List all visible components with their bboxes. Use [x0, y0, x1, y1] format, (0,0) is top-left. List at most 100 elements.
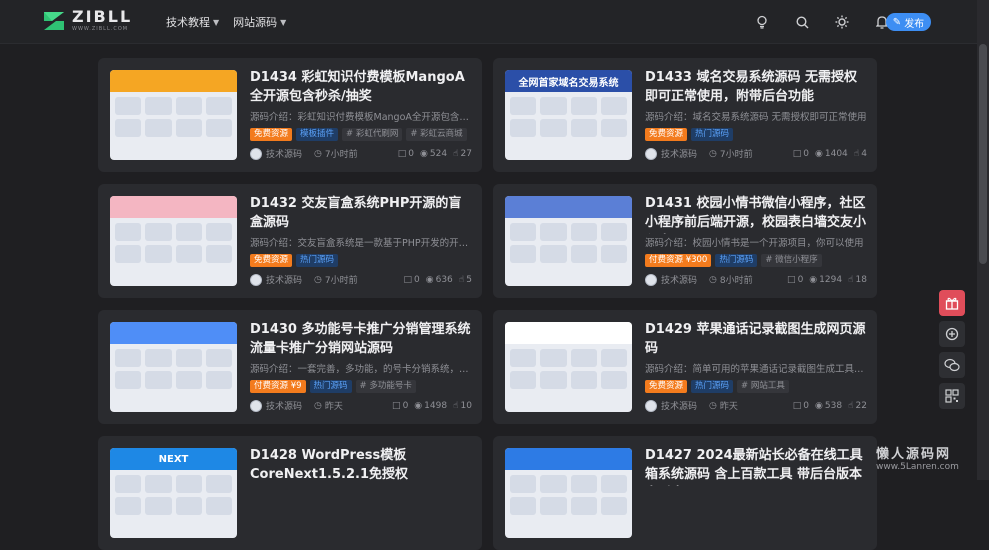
clock-icon: ◷ — [709, 400, 717, 411]
avatar[interactable] — [250, 273, 262, 286]
post-title[interactable]: D1431 校园小情书微信小程序，社区小程序前后端开源，校园表白墙交友小程序 — [645, 194, 867, 234]
post-card[interactable]: 101 0000 0000 D1429 苹果通话记录截图生成网页源码 源码介绍：简单… — [493, 310, 877, 424]
keyword-tag[interactable]: # 彩虹代刷网 — [342, 128, 403, 141]
post-title[interactable]: D1434 彩虹知识付费模板MangoA全开源包含秒杀/抽奖 — [250, 68, 472, 106]
add-circle-button[interactable] — [939, 321, 965, 347]
comment-icon: □ — [392, 400, 401, 411]
post-tags: 免费资源 热门源码 — [250, 254, 339, 267]
category-tag[interactable]: 热门源码 — [309, 380, 352, 393]
post-card[interactable]: D1430 多功能号卡推广分销管理系统 流量卡推广分销网站源码源码介绍：一套完善… — [98, 310, 482, 424]
post-author[interactable]: 技术源码 — [661, 399, 697, 412]
post-title[interactable]: D1433 域名交易系统源码 无需授权即可正常使用，附带后台功能 — [645, 68, 867, 106]
post-time: 8小时前 — [719, 276, 753, 286]
logo-subtext: WWW.ZIBLL.COM — [72, 26, 129, 32]
post-card[interactable]: D1434 彩虹知识付费模板MangoA全开源包含秒杀/抽奖 源码介绍：彩虹知识付… — [98, 58, 482, 172]
post-card[interactable]: 全网首家域名交易系统 D1433 域名交易系统源码 无需授权即可正常使用，附带后台… — [493, 58, 877, 172]
post-title[interactable]: D1432 交友盲盒系统PHP开源的盲盒源码 — [250, 194, 472, 232]
publish-label: 发布 — [904, 18, 925, 30]
comment-count: □ 0 — [793, 149, 809, 159]
category-tag[interactable]: 热门源码 — [715, 254, 758, 267]
price-badge[interactable]: 付费资源 ¥300 — [645, 254, 712, 267]
thumbs-up-icon: ☝ — [458, 274, 465, 285]
post-author[interactable]: 技术源码 — [266, 399, 302, 412]
logo-text: ZIBLL — [72, 7, 133, 26]
like-count: ☝ 10 — [453, 401, 472, 411]
scrollbar-thumb[interactable] — [979, 44, 987, 264]
avatar[interactable] — [645, 273, 657, 286]
post-thumbnail[interactable]: 全网首家域名交易系统 — [505, 70, 632, 160]
price-badge[interactable]: 付费资源 ¥9 — [250, 380, 306, 393]
view-count-value: 1404 — [824, 148, 848, 159]
post-thumbnail[interactable]: NEXT — [110, 448, 237, 538]
post-thumbnail[interactable] — [110, 196, 237, 286]
thumbnail-header — [110, 196, 237, 218]
post-title[interactable]: D1430 多功能号卡推广分销管理系统 流量卡推广分销网站源码 — [250, 320, 472, 358]
clock-icon: ◷ — [314, 148, 322, 159]
post-thumbnail[interactable] — [505, 196, 632, 286]
clock-icon: ◷ — [314, 400, 322, 411]
search-icon[interactable] — [794, 14, 810, 30]
post-thumbnail[interactable] — [110, 322, 237, 412]
post-meta: 技术源码 ◷ 昨天 □ 0 ◉ 538 ☝ 22 — [645, 399, 867, 412]
post-card[interactable]: NEXT D1428 WordPress模板CoreNext1.5.2.1免授权 — [98, 436, 482, 550]
price-badge[interactable]: 免费资源 — [250, 128, 293, 141]
post-title[interactable]: D1427 2024最新站长必备在线工具箱系统源码 含上百款工具 带后台版本 自… — [645, 446, 867, 486]
qrcode-button[interactable] — [939, 383, 965, 409]
thumbs-up-icon: ☝ — [848, 274, 854, 285]
keyword-tag[interactable]: # 彩虹云商城 — [406, 128, 467, 141]
view-count-value: 1294 — [819, 274, 843, 285]
category-tag[interactable]: 热门源码 — [296, 254, 339, 267]
nav-item-label: 网站源码 — [233, 16, 278, 29]
post-author[interactable]: 技术源码 — [266, 147, 302, 160]
price-badge[interactable]: 免费资源 — [645, 128, 688, 141]
theme-toggle-icon[interactable] — [834, 14, 850, 30]
post-card[interactable]: D1431 校园小情书微信小程序，社区小程序前后端开源，校园表白墙交友小程序源码… — [493, 184, 877, 298]
post-excerpt: 源码介绍：校园小情书是一个开源项目，你可以使用 — [645, 238, 864, 249]
post-time: 7小时前 — [719, 150, 753, 160]
post-thumbnail[interactable] — [505, 448, 632, 538]
post-title[interactable]: D1428 WordPress模板CoreNext1.5.2.1免授权 — [250, 446, 472, 484]
site-logo[interactable]: ZIBLL WWW.ZIBLL.COM — [42, 9, 132, 33]
price-badge[interactable]: 免费资源 — [250, 254, 293, 267]
post-author[interactable]: 技术源码 — [661, 147, 697, 160]
nav-item-source-code[interactable]: 网站源码 ▼ — [233, 14, 286, 30]
thumbnail-header — [110, 70, 237, 92]
post-time: 7小时前 — [324, 150, 358, 160]
gift-button[interactable] — [939, 290, 965, 316]
top-navigation-bar: ZIBLL WWW.ZIBLL.COM 技术教程 ▼ 网站源码 ▼ ✎ 发布 — [0, 0, 989, 44]
comment-count: □ 0 — [793, 401, 809, 411]
post-card[interactable]: D1432 交友盲盒系统PHP开源的盲盒源码 源码介绍：交友盲盒系统是一款基于PH… — [98, 184, 482, 298]
logo-mark-icon — [42, 9, 66, 33]
post-tags: 付费资源 ¥9 热门源码 # 多功能号卡 — [250, 380, 416, 393]
post-meta: 技术源码 ◷ 8小时前 □ 0 ◉ 1294 ☝ 18 — [645, 273, 867, 286]
lightbulb-icon[interactable] — [754, 14, 770, 30]
post-title[interactable]: D1429 苹果通话记录截图生成网页源码 — [645, 320, 867, 358]
post-thumbnail[interactable] — [110, 70, 237, 160]
wechat-button[interactable] — [939, 352, 965, 378]
post-thumbnail[interactable]: 101 0000 0000 — [505, 322, 632, 412]
publish-button[interactable]: ✎ 发布 — [886, 13, 931, 31]
thumbnail-body — [505, 470, 632, 520]
view-count: ◉ 1294 — [809, 275, 842, 285]
price-badge[interactable]: 免费资源 — [645, 380, 688, 393]
keyword-tag[interactable]: # 多功能号卡 — [355, 380, 416, 393]
category-tag[interactable]: 热门源码 — [691, 380, 734, 393]
comment-icon: □ — [787, 274, 796, 285]
nav-item-tutorials[interactable]: 技术教程 ▼ — [166, 14, 219, 30]
view-count-value: 1498 — [424, 400, 448, 411]
post-excerpt: 源码介绍：一套完善，多功能，的号卡分销系统，多个 — [250, 364, 472, 375]
keyword-tag[interactable]: # 微信小程序 — [761, 254, 822, 267]
avatar[interactable] — [250, 147, 262, 160]
post-author[interactable]: 技术源码 — [266, 273, 302, 286]
post-card[interactable]: D1427 2024最新站长必备在线工具箱系统源码 含上百款工具 带后台版本 自… — [493, 436, 877, 550]
post-meta: 技术源码 ◷ 昨天 □ 0 ◉ 1498 ☝ 10 — [250, 399, 472, 412]
thumbs-up-icon: ☝ — [453, 148, 459, 159]
avatar[interactable] — [250, 399, 262, 412]
post-author[interactable]: 技术源码 — [661, 273, 697, 286]
keyword-tag[interactable]: # 网站工具 — [737, 380, 789, 393]
avatar[interactable] — [645, 399, 657, 412]
category-tag[interactable]: 热门源码 — [691, 128, 734, 141]
avatar[interactable] — [645, 147, 657, 160]
category-tag[interactable]: 模板插件 — [296, 128, 339, 141]
post-tags: 免费资源 热门源码 # 网站工具 — [645, 380, 789, 393]
